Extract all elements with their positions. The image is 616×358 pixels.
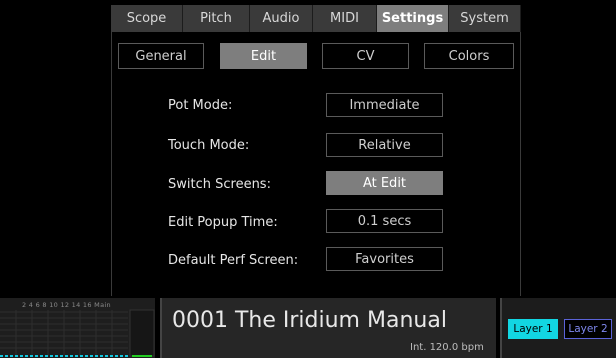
pot-mode-label: Pot Mode: xyxy=(168,97,233,113)
tab-midi[interactable]: MIDI xyxy=(313,5,377,32)
touch-mode-select[interactable]: Relative xyxy=(326,133,443,157)
switch-screens-label: Switch Screens: xyxy=(168,176,271,192)
pot-mode-select[interactable]: Immediate xyxy=(326,93,443,117)
subtab-colors[interactable]: Colors xyxy=(424,43,514,69)
edit-popup-time-label: Edit Popup Time: xyxy=(168,214,278,230)
tab-settings[interactable]: Settings xyxy=(377,5,449,32)
switch-screens-select[interactable]: At Edit xyxy=(326,171,443,195)
default-perf-screen-label: Default Perf Screen: xyxy=(168,252,299,268)
default-perf-screen-select[interactable]: Favorites xyxy=(326,247,443,271)
subtab-edit[interactable]: Edit xyxy=(220,43,307,69)
subtab-cv[interactable]: CV xyxy=(322,43,409,69)
touch-mode-label: Touch Mode: xyxy=(168,137,250,153)
layer-1-button[interactable]: Layer 1 xyxy=(508,319,558,339)
patch-name: 0001 The Iridium Manual xyxy=(172,308,447,333)
tab-system[interactable]: System xyxy=(449,5,521,32)
tab-scope[interactable]: Scope xyxy=(111,5,183,32)
edit-popup-time-select[interactable]: 0.1 secs xyxy=(326,209,443,233)
meter-channel-labels: 2 4 6 8 10 12 14 16 Main xyxy=(22,301,111,309)
tab-audio[interactable]: Audio xyxy=(250,5,313,32)
layer-2-button[interactable]: Layer 2 xyxy=(564,319,612,339)
tab-pitch[interactable]: Pitch xyxy=(183,5,250,32)
tempo-readout: Int. 120.0 bpm xyxy=(410,342,484,353)
subtab-general[interactable]: General xyxy=(118,43,204,69)
